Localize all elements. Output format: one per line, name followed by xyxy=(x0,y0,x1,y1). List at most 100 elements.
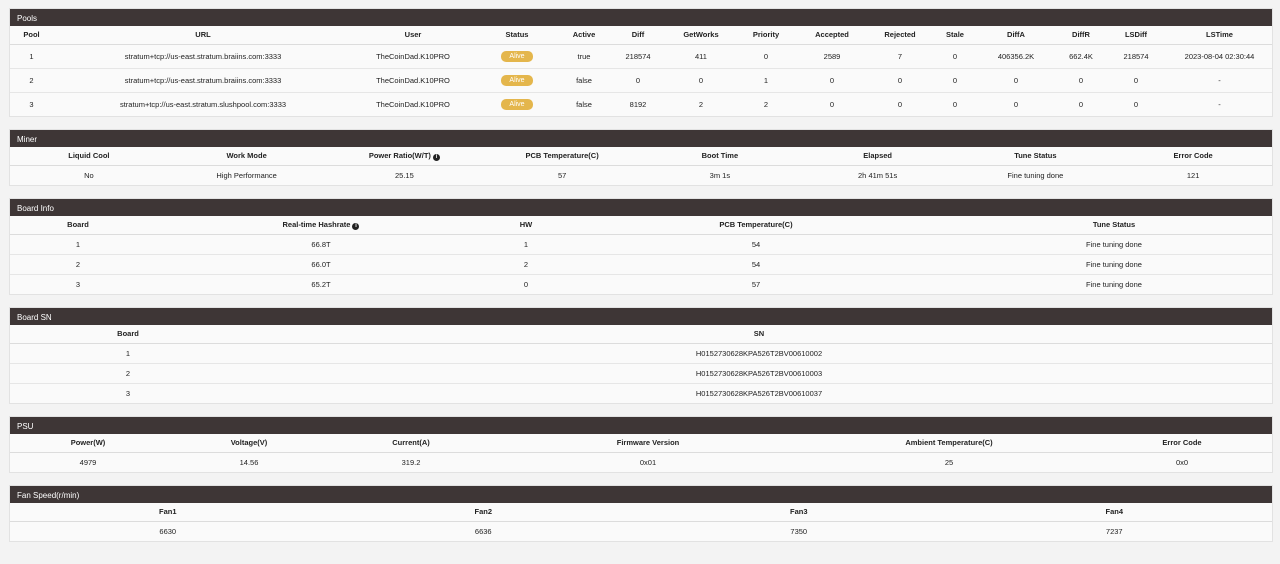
col-lsdiff: LSDiff xyxy=(1105,26,1167,45)
serial-number: H0152730628KPA526T2BV00610003 xyxy=(246,363,1272,384)
col-diffa: DiffA xyxy=(975,26,1057,45)
col-board: Board xyxy=(10,216,146,235)
pool-status-cell: Alive xyxy=(473,92,561,116)
col-boot-time: Boot Time xyxy=(641,147,799,166)
col-work-mode: Work Mode xyxy=(167,147,326,166)
pool-active: false xyxy=(576,99,592,109)
col-error-code: Error Code xyxy=(1114,147,1272,166)
pools-title: Pools xyxy=(10,9,1272,26)
serial-number: H0152730628KPA526T2BV00610037 xyxy=(695,388,823,398)
psu-panel: PSU Power(W) Voltage(V) Current(A) Firmw… xyxy=(9,416,1273,473)
boot-time-value: 3m 1s xyxy=(709,170,731,180)
col-tune-status: Tune Status xyxy=(956,216,1272,235)
pool-status-cell: Alive xyxy=(473,68,561,93)
miner-title: Miner xyxy=(10,130,1272,147)
pool-rejected: 0 xyxy=(865,68,935,93)
firmware-version-value: 0x01 xyxy=(639,457,657,467)
pool-lstime: 2023-08-04 02:30:44 xyxy=(1167,44,1272,69)
board-info-row: 1 66.8T 1 54 Fine tuning done xyxy=(10,234,1272,255)
fan4-value: 7237 xyxy=(1105,526,1123,536)
pool-stale: 0 xyxy=(952,99,958,109)
hw-value: 0 xyxy=(523,279,529,289)
miner-panel: Miner Liquid Cool Work Mode Power Ratio(… xyxy=(9,129,1273,186)
col-url: URL xyxy=(53,26,353,45)
board-number: 1 xyxy=(10,234,146,255)
pool-diffr: 0 xyxy=(1078,99,1084,109)
pool-priority: 1 xyxy=(733,68,799,93)
tune-status-value: Fine tuning done xyxy=(1086,279,1142,289)
miner-table: Liquid Cool Work Mode Power Ratio(W/T) i … xyxy=(10,147,1272,185)
psu-table: Power(W) Voltage(V) Current(A) Firmware … xyxy=(10,434,1272,472)
pool-diffa: 406356.2K xyxy=(975,44,1057,69)
fan1-value: 6630 xyxy=(159,526,177,536)
board-info-title: Board Info xyxy=(10,199,1272,216)
pool-diff: 218574 xyxy=(607,44,669,69)
board-number: 2 xyxy=(10,254,146,275)
col-diffr: DiffR xyxy=(1057,26,1105,45)
col-user: User xyxy=(353,26,473,45)
col-fan1: Fan1 xyxy=(10,503,326,522)
pool-diff: 0 xyxy=(607,68,669,93)
board-sn-row: 1 H0152730628KPA526T2BV00610002 xyxy=(10,343,1272,364)
fan-row: 6630 6636 7350 7237 xyxy=(10,521,1272,541)
col-current: Current(A) xyxy=(332,434,490,453)
board-sn-table: Board SN 1 H0152730628KPA526T2BV00610002… xyxy=(10,325,1272,403)
tune-status-value: Fine tuning done xyxy=(956,234,1272,255)
pool-number: 1 xyxy=(10,44,53,69)
liquid-cool-value: No xyxy=(84,170,94,180)
pool-lsdiff: 218574 xyxy=(1105,44,1167,69)
pool-active: false xyxy=(561,68,607,93)
col-liquid-cool: Liquid Cool xyxy=(10,147,168,166)
col-fan2: Fan2 xyxy=(325,503,641,522)
board-number: 1 xyxy=(10,343,246,364)
col-power-ratio-label: Power Ratio(W/T) xyxy=(368,150,431,160)
pool-lstime: - xyxy=(1167,68,1272,93)
pool-user: TheCoinDad.K10PRO xyxy=(376,99,450,109)
error-code-value: 121 xyxy=(1186,170,1200,180)
pool-getworks: 2 xyxy=(698,99,704,109)
pool-rejected: 0 xyxy=(897,99,903,109)
pool-accepted: 2589 xyxy=(799,44,865,69)
serial-number: H0152730628KPA526T2BV00610002 xyxy=(246,343,1272,364)
error-code-value: 0x0 xyxy=(1175,457,1189,467)
pcb-temperature-value: 54 xyxy=(556,254,956,275)
pool-priority: 0 xyxy=(733,44,799,69)
board-info-table: Board Real-time Hashrate i HW PCB Tempera… xyxy=(10,216,1272,294)
pool-row: 1 stratum+tcp://us-east.stratum.braiins.… xyxy=(10,44,1272,69)
info-circle-icon[interactable]: i xyxy=(432,153,440,161)
board-number: 3 xyxy=(75,279,81,289)
fan2-value: 6636 xyxy=(474,526,492,536)
board-sn-row: 3 H0152730628KPA526T2BV00610037 xyxy=(10,383,1272,403)
col-rejected: Rejected xyxy=(865,26,935,45)
miner-row: No High Performance 25.15 57 3m 1s 2h 41… xyxy=(10,165,1272,185)
miner-header-row: Liquid Cool Work Mode Power Ratio(W/T) i … xyxy=(10,147,1272,166)
board-number: 2 xyxy=(10,363,246,384)
col-lstime: LSTime xyxy=(1167,26,1272,45)
pool-number: 3 xyxy=(29,99,34,109)
col-hw: HW xyxy=(496,216,556,235)
current-value: 319.2 xyxy=(401,457,421,467)
pool-active: true xyxy=(561,44,607,69)
pool-url: stratum+tcp://us-east.stratum.slushpool.… xyxy=(119,99,287,109)
col-fan4: Fan4 xyxy=(956,503,1272,522)
col-pool: Pool xyxy=(10,26,53,45)
work-mode-value: High Performance xyxy=(216,170,277,180)
pool-diffa: 0 xyxy=(975,68,1057,93)
pool-user: TheCoinDad.K10PRO xyxy=(353,44,473,69)
pcb-temperature-value: 54 xyxy=(556,234,956,255)
col-pcb-temperature: PCB Temperature(C) xyxy=(483,147,641,166)
col-power: Power(W) xyxy=(10,434,166,453)
pcb-temperature-value: 57 xyxy=(751,279,761,289)
board-number: 3 xyxy=(125,388,131,398)
info-circle-icon[interactable]: i xyxy=(352,222,360,230)
pool-number: 2 xyxy=(10,68,53,93)
hashrate-value: 66.0T xyxy=(146,254,496,275)
tune-status-value: Fine tuning done xyxy=(956,254,1272,275)
pool-url: stratum+tcp://us-east.stratum.braiins.co… xyxy=(53,68,353,93)
pool-diffr: 0 xyxy=(1057,68,1105,93)
col-hashrate: Real-time Hashrate i xyxy=(146,216,496,235)
hashrate-value: 65.2T xyxy=(311,279,331,289)
hw-value: 2 xyxy=(496,254,556,275)
fan3-value: 7350 xyxy=(790,526,808,536)
board-info-row: 3 65.2T 0 57 Fine tuning done xyxy=(10,274,1272,294)
